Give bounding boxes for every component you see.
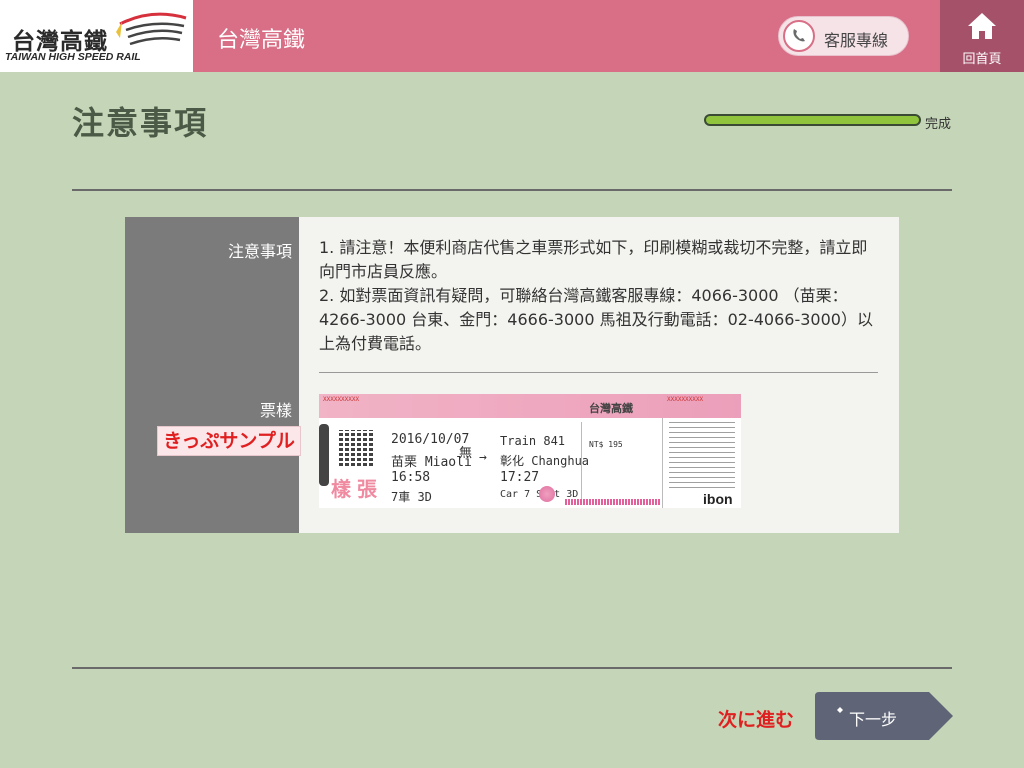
notice-card: 注意事項 票樣 きっぷサンプル 1. 請注意！本便利商店代售之車票形式如下，印刷… (125, 217, 899, 533)
ticket-sample-image: XXXXXXXXXX XXXXXXXXXX 台灣高鐵 2016/10/07 苗栗… (319, 394, 741, 508)
home-label: 回首頁 (962, 52, 1002, 67)
ticket-serial-right: XXXXXXXXXX (667, 396, 704, 403)
ticket-divider-2 (662, 418, 663, 508)
header-title: 台灣高鐵 (217, 28, 306, 53)
ticket-arrive-time: 17:27 (500, 470, 540, 485)
ticket-qr-overlay (339, 430, 375, 466)
progress-fill (706, 116, 919, 124)
home-button[interactable]: 回首頁 (940, 0, 1024, 72)
sample-side-label: 票樣 (259, 401, 292, 420)
notice-item-1: 1. 請注意！本便利商店代售之車票形式如下，印刷模糊或裁切不完整，請立即向門市店… (319, 238, 868, 281)
next-button[interactable]: 下一步 (815, 692, 953, 740)
ticket-depart-time: 16:58 (391, 470, 431, 485)
ticket-sample-stamp: 樣張 (331, 477, 383, 501)
ticket-ibon-strip (319, 424, 329, 486)
ticket-car-seat-cn: 7車 3D (391, 490, 432, 504)
notice-side-label: 注意事項 (227, 242, 292, 261)
ticket-fine-print (669, 420, 735, 488)
bottom-divider (72, 667, 952, 669)
ticket-date: 2016/10/07 (391, 432, 470, 447)
notice-item-2: 2. 如對票面資訊有疑問，可聯絡台灣高鐵客服專線：4066-3000 （苗栗：4… (319, 286, 873, 353)
sample-jp-tag: きっぷサンプル (157, 426, 301, 456)
hotline-button[interactable]: 客服專線 (778, 16, 909, 56)
ticket-ibon-logo: ibon (703, 491, 733, 507)
next-jp-label: 次に進む (718, 709, 795, 731)
ticket-flower-icon (539, 486, 555, 502)
top-divider (72, 189, 952, 191)
page-title: 注意事項 (72, 104, 209, 142)
ticket-dest: 彰化 Changhua (500, 454, 590, 468)
ticket-no-smoking: 無 (459, 446, 473, 461)
logo-swoosh-icon (116, 12, 187, 46)
progress-bar (704, 114, 921, 126)
card-divider (319, 372, 878, 373)
home-icon (968, 13, 996, 39)
progress-label: 完成 (925, 117, 952, 132)
phone-icon (783, 20, 815, 52)
card-side-panel: 注意事項 票樣 (125, 217, 299, 533)
ticket-barcode (565, 499, 661, 505)
ticket-divider-1 (581, 422, 582, 504)
ticket-price: NT$ 195 (589, 440, 623, 449)
logo-en-text: TAIWAN HIGH SPEED RAIL (5, 51, 141, 63)
ticket-train: Train 841 (500, 434, 566, 448)
ticket-arrow-icon: → (479, 450, 487, 465)
ticket-serial-top: XXXXXXXXXX (323, 396, 360, 403)
notice-text: 1. 請注意！本便利商店代售之車票形式如下，印刷模糊或裁切不完整，請立即向門市店… (319, 236, 879, 356)
hotline-label: 客服專線 (824, 31, 889, 50)
next-label: 下一步 (849, 710, 898, 729)
header-bar: 台灣高鐵 TAIWAN HIGH SPEED RAIL 台灣高鐵 客服專線 回首… (0, 0, 1024, 72)
ticket-logo-text: 台灣高鐵 (589, 402, 633, 415)
thsr-logo[interactable]: 台灣高鐵 TAIWAN HIGH SPEED RAIL (0, 0, 193, 72)
